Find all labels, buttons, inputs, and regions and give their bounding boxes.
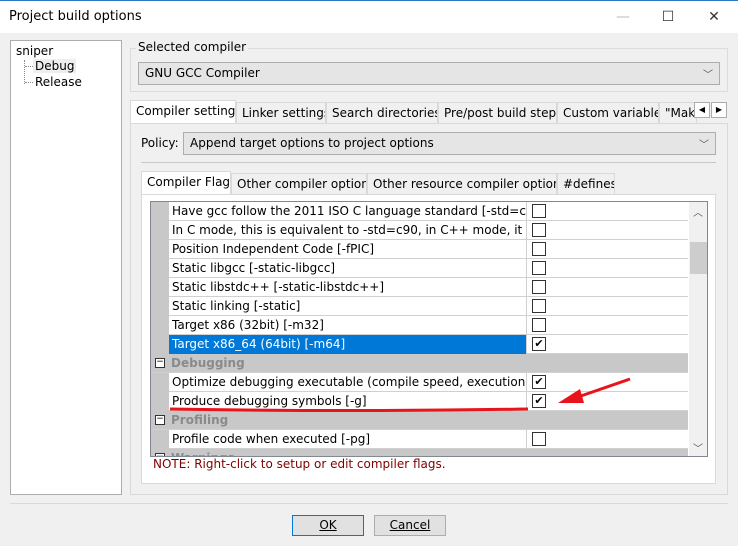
annotation-overlay bbox=[169, 377, 631, 412]
cancel-button[interactable]: Cancel bbox=[374, 515, 446, 536]
ok-button[interactable]: OK bbox=[292, 515, 364, 536]
red-arrow-head bbox=[558, 389, 584, 403]
red-arrow-shaft bbox=[574, 377, 631, 400]
red-underline-annotation bbox=[169, 407, 529, 412]
ok-label: OK bbox=[319, 518, 337, 532]
cancel-label: Cancel bbox=[389, 518, 431, 532]
divider bbox=[10, 503, 728, 504]
